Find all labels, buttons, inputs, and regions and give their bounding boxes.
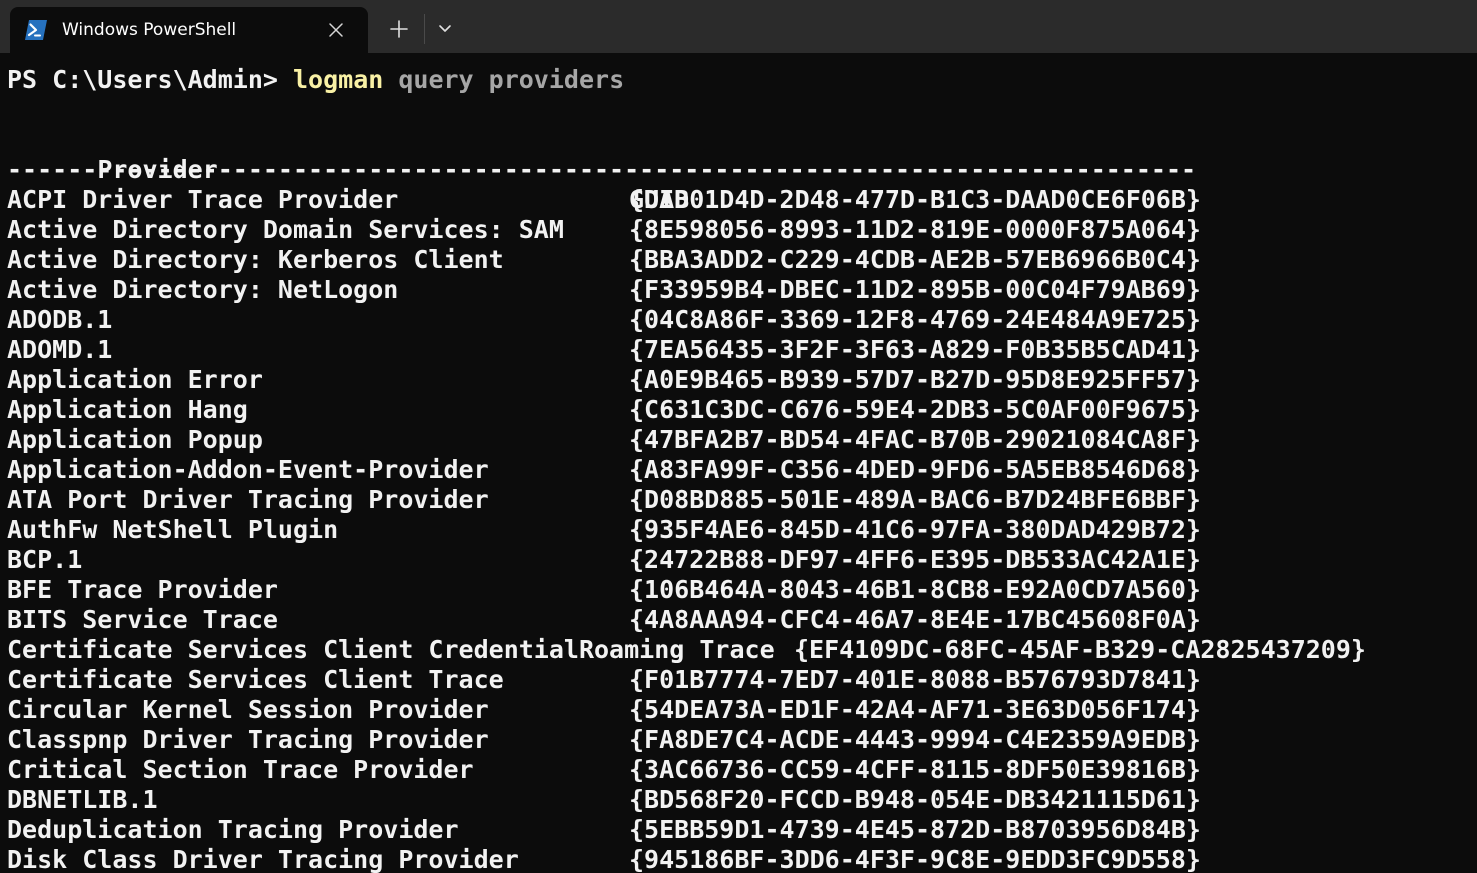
provider-name: Classpnp Driver Tracing Provider — [7, 725, 489, 754]
provider-guid: {C631C3DC-C676-59E4-2DB3-5C0AF00F9675} — [629, 395, 1201, 424]
provider-name: Application Hang — [7, 395, 248, 424]
powershell-icon — [24, 19, 48, 41]
table-row: BFE Trace Provider {106B464A-8043-46B1-8C… — [7, 575, 1201, 605]
prompt-line: PS C:\Users\Admin> logman query provider… — [7, 65, 624, 95]
provider-guid: {3AC66736-CC59-4CFF-8115-8DF50E39816B} — [629, 755, 1201, 784]
table-row: Classpnp Driver Tracing Provider {FA8DE7C… — [7, 725, 1201, 755]
provider-name: Critical Section Trace Provider — [7, 755, 474, 784]
provider-guid: {8E598056-8993-11D2-819E-0000F875A064} — [629, 215, 1201, 244]
provider-name: Active Directory: NetLogon — [7, 275, 399, 304]
provider-guid: {EF4109DC-68FC-45AF-B329-CA2825437209} — [794, 635, 1366, 664]
dropdown-button[interactable] — [433, 16, 457, 40]
provider-name: Circular Kernel Session Provider — [7, 695, 489, 724]
provider-guid: {A0E9B465-B939-57D7-B27D-95D8E925FF57} — [629, 365, 1201, 394]
provider-guid: {F33959B4-DBEC-11D2-895B-00C04F79AB69} — [629, 275, 1201, 304]
provider-guid: {106B464A-8043-46B1-8CB8-E92A0CD7A560} — [629, 575, 1201, 604]
table-row: ADOMD.1 {7EA56435-3F2F-3F63-A829-F0B35B5C… — [7, 335, 1201, 365]
table-row: DBNETLIB.1 {BD568F20-FCCD-B948-054E-DB342… — [7, 785, 1201, 815]
provider-name: AuthFw NetShell Plugin — [7, 515, 339, 544]
table-row: BCP.1 {24722B88-DF97-4FF6-E395-DB533AC42A… — [7, 545, 1201, 575]
provider-guid: {A83FA99F-C356-4DED-9FD6-5A5EB8546D68} — [629, 455, 1201, 484]
provider-guid: {47BFA2B7-BD54-4FAC-B70B-29021084CA8F} — [629, 425, 1201, 454]
command-arguments: query providers — [383, 65, 625, 94]
table-row: Application Popup {47BFA2B7-BD54-4FAC-B70… — [7, 425, 1201, 455]
provider-name: DBNETLIB.1 — [7, 785, 158, 814]
chevron-down-icon — [439, 25, 451, 32]
table-row: Application Error {A0E9B465-B939-57D7-B27… — [7, 365, 1201, 395]
prompt-text: PS C:\Users\Admin> — [7, 65, 293, 94]
table-row: Active Directory Domain Services: SAM {8E… — [7, 215, 1201, 245]
provider-name: ATA Port Driver Tracing Provider — [7, 485, 489, 514]
provider-name: Application Error — [7, 365, 263, 394]
provider-guid: {D08BD885-501E-489A-BAC6-B7D24BFE6BBF} — [629, 485, 1201, 514]
table-row: Circular Kernel Session Provider {54DEA73… — [7, 695, 1201, 725]
provider-guid: {7EA56435-3F2F-3F63-A829-F0B35B5CAD41} — [629, 335, 1201, 364]
table-row: Active Directory: NetLogon {F33959B4-DBEC… — [7, 275, 1201, 305]
provider-name: BITS Service Trace — [7, 605, 278, 634]
provider-guid: {24722B88-DF97-4FF6-E395-DB533AC42A1E} — [629, 545, 1201, 574]
table-row: Disk Class Driver Tracing Provider {94518… — [7, 845, 1201, 873]
table-row: Application-Addon-Event-Provider {A83FA99… — [7, 455, 1201, 485]
provider-name: Disk Class Driver Tracing Provider — [7, 845, 519, 873]
table-row: Active Directory: Kerberos Client {BBA3AD… — [7, 245, 1201, 275]
provider-guid: {4A8AAA94-CFC4-46A7-8E4E-17BC45608F0A} — [629, 605, 1201, 634]
provider-name: Certificate Services Client Trace — [7, 665, 504, 694]
provider-name: Application-Addon-Event-Provider — [7, 455, 489, 484]
provider-name: Certificate Services Client CredentialRo… — [7, 635, 775, 664]
provider-guid: {935F4AE6-845D-41C6-97FA-380DAD429B72} — [629, 515, 1201, 544]
table-row: ATA Port Driver Tracing Provider {D08BD88… — [7, 485, 1201, 515]
provider-name: Application Popup — [7, 425, 263, 454]
tab-windows-powershell[interactable]: Windows PowerShell — [10, 7, 368, 53]
provider-name: ACPI Driver Trace Provider — [7, 185, 399, 214]
provider-guid: {5EBB59D1-4739-4E45-872D-B8703956D84B} — [629, 815, 1201, 844]
table-separator: ----------------------------------------… — [7, 155, 1197, 184]
tab-bar: Windows PowerShell — [0, 0, 1477, 53]
table-row: BITS Service Trace {4A8AAA94-CFC4-46A7-8E… — [7, 605, 1201, 635]
table-row: ADODB.1 {04C8A86F-3369-12F8-4769-24E484A9… — [7, 305, 1201, 335]
terminal-output[interactable]: PS C:\Users\Admin> logman query provider… — [0, 53, 1477, 873]
terminal-window: Windows PowerShell PS C:\Users\Admin> lo… — [0, 0, 1477, 873]
provider-name: BFE Trace Provider — [7, 575, 278, 604]
table-row: Critical Section Trace Provider {3AC66736… — [7, 755, 1201, 785]
provider-name: Deduplication Tracing Provider — [7, 815, 459, 844]
close-icon[interactable] — [326, 20, 346, 40]
tab-bar-divider — [424, 14, 425, 44]
tab-title: Windows PowerShell — [62, 20, 237, 40]
command-name: logman — [292, 65, 384, 94]
provider-name: Active Directory: Kerberos Client — [7, 245, 504, 274]
table-row: Certificate Services Client CredentialRo… — [7, 635, 1366, 665]
new-tab-button[interactable] — [383, 13, 415, 45]
provider-guid: {BBA3ADD2-C229-4CDB-AE2B-57EB6966B0C4} — [629, 245, 1201, 274]
table-row: AuthFw NetShell Plugin {935F4AE6-845D-41C… — [7, 515, 1201, 545]
table-row: Deduplication Tracing Provider {5EBB59D1-… — [7, 815, 1201, 845]
provider-guid: {FA8DE7C4-ACDE-4443-9994-C4E2359A9EDB} — [629, 725, 1201, 754]
provider-guid: {F01B7774-7ED7-401E-8088-B576793D7841} — [629, 665, 1201, 694]
provider-guid: {BD568F20-FCCD-B948-054E-DB3421115D61} — [629, 785, 1201, 814]
provider-name: BCP.1 — [7, 545, 83, 574]
provider-guid: {DAB01D4D-2D48-477D-B1C3-DAAD0CE6F06B} — [629, 185, 1201, 214]
table-row: Application Hang {C631C3DC-C676-59E4-2DB3… — [7, 395, 1201, 425]
provider-guid: {54DEA73A-ED1F-42A4-AF71-3E63D056F174} — [629, 695, 1201, 724]
table-row: Certificate Services Client Trace {F01B77… — [7, 665, 1201, 695]
provider-guid: {04C8A86F-3369-12F8-4769-24E484A9E725} — [629, 305, 1201, 334]
table-row: ACPI Driver Trace Provider {DAB01D4D-2D48… — [7, 185, 1201, 215]
provider-name: ADOMD.1 — [7, 335, 113, 364]
provider-name: ADODB.1 — [7, 305, 113, 334]
provider-guid: {945186BF-3DD6-4F3F-9C8E-9EDD3FC9D558} — [629, 845, 1201, 873]
plus-icon — [390, 20, 408, 38]
table-header: Provider GUID — [7, 125, 689, 214]
provider-name: Active Directory Domain Services: SAM — [7, 215, 564, 244]
